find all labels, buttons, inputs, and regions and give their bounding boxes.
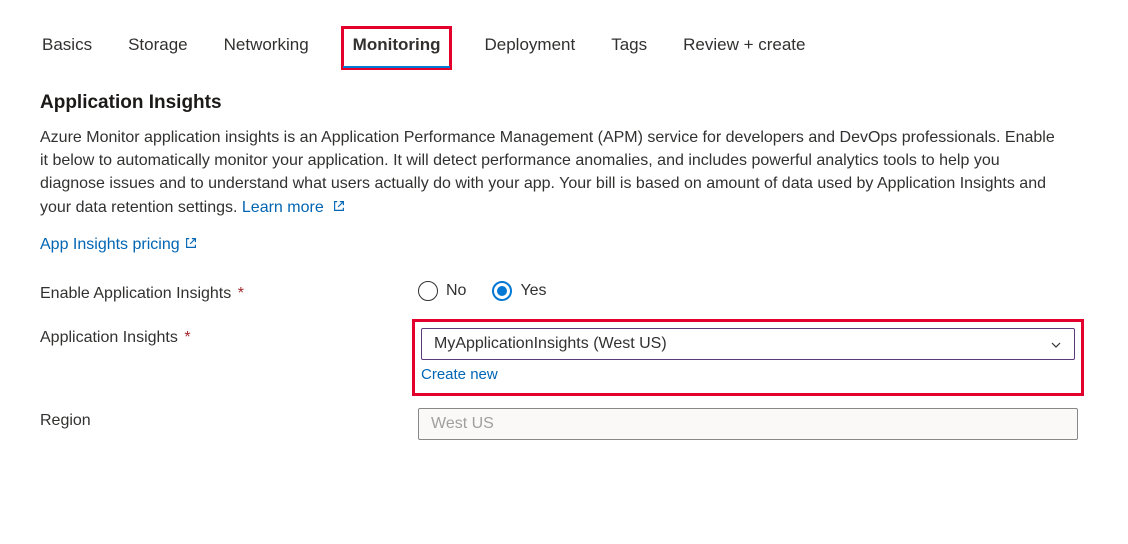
- row-region: Region: [40, 408, 1088, 440]
- row-app-insights: Application Insights * MyApplicationInsi…: [40, 325, 1088, 386]
- app-insights-label-text: Application Insights: [40, 329, 178, 346]
- external-link-icon: [332, 197, 346, 220]
- section-heading: Application Insights: [40, 92, 1088, 114]
- external-link-icon: [184, 236, 198, 255]
- dropdown-value: MyApplicationInsights (West US): [434, 335, 667, 353]
- tab-basics[interactable]: Basics: [40, 28, 94, 68]
- create-new-link[interactable]: Create new: [421, 366, 498, 383]
- tab-networking[interactable]: Networking: [222, 28, 311, 68]
- required-indicator: *: [184, 329, 190, 346]
- learn-more-label: Learn more: [242, 199, 324, 216]
- radio-no[interactable]: No: [418, 281, 466, 301]
- tabs-bar: Basics Storage Networking Monitoring Dep…: [40, 28, 1088, 68]
- enable-radio-group: No Yes: [418, 281, 1078, 301]
- tab-storage[interactable]: Storage: [126, 28, 190, 68]
- radio-yes-label: Yes: [520, 282, 546, 300]
- learn-more-link[interactable]: Learn more: [242, 199, 346, 216]
- radio-circle-icon: [492, 281, 512, 301]
- pricing-link-label: App Insights pricing: [40, 236, 180, 254]
- tab-monitoring[interactable]: Monitoring: [343, 28, 451, 68]
- required-indicator: *: [238, 285, 244, 302]
- enable-insights-label: Enable Application Insights *: [40, 281, 418, 303]
- tab-review-create[interactable]: Review + create: [681, 28, 807, 68]
- region-label: Region: [40, 408, 418, 430]
- radio-circle-icon: [418, 281, 438, 301]
- description-text: Azure Monitor application insights is an…: [40, 129, 1055, 216]
- enable-insights-label-text: Enable Application Insights: [40, 285, 231, 302]
- region-control: [418, 408, 1078, 440]
- radio-no-label: No: [446, 282, 466, 300]
- row-enable-insights: Enable Application Insights * No Yes: [40, 281, 1088, 303]
- app-insights-dropdown[interactable]: MyApplicationInsights (West US): [421, 328, 1075, 360]
- app-insights-label: Application Insights *: [40, 325, 418, 347]
- highlight-box: MyApplicationInsights (West US) Create n…: [412, 319, 1084, 396]
- chevron-down-icon: [1050, 338, 1062, 350]
- radio-yes[interactable]: Yes: [492, 281, 546, 301]
- tab-tags[interactable]: Tags: [609, 28, 649, 68]
- enable-insights-control: No Yes: [418, 281, 1078, 301]
- tab-deployment[interactable]: Deployment: [482, 28, 577, 68]
- region-input: [418, 408, 1078, 440]
- pricing-link[interactable]: App Insights pricing: [40, 236, 198, 255]
- app-insights-control: MyApplicationInsights (West US) Create n…: [418, 325, 1078, 386]
- section-description: Azure Monitor application insights is an…: [40, 126, 1060, 220]
